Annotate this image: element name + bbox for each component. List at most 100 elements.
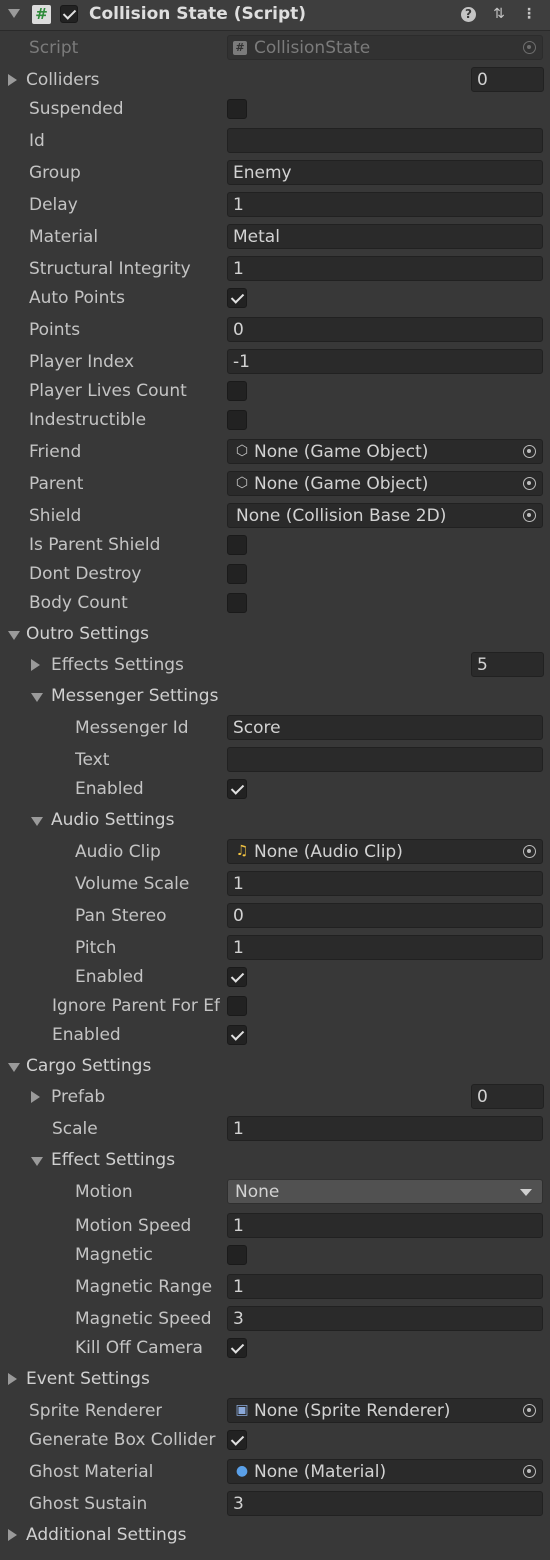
effects-settings-label[interactable]: Effects Settings (51, 655, 184, 675)
ignore-parent-for-effects-checkbox[interactable] (227, 996, 247, 1016)
object-picker-icon[interactable] (523, 1404, 536, 1417)
pitch-input[interactable]: 1 (227, 935, 543, 960)
effects-settings-input[interactable]: 5 (471, 652, 544, 677)
property-row-cargo-settings: Cargo Settings (0, 1052, 550, 1080)
chevron-right-icon[interactable] (8, 74, 17, 86)
property-row-id: Id (0, 127, 550, 155)
cargo-settings-label[interactable]: Cargo Settings (26, 1056, 151, 1076)
shield-object-field[interactable]: None (Collision Base 2D) (227, 503, 543, 528)
magnetic-speed-value: 3 (233, 1308, 244, 1329)
property-row-ghost-sustain: Ghost Sustain 3 (0, 1490, 550, 1518)
chevron-right-icon[interactable] (8, 1529, 17, 1541)
player-index-value: -1 (233, 351, 250, 372)
chevron-down-icon[interactable] (31, 1157, 43, 1166)
magnetic-label: Magnetic (75, 1245, 153, 1265)
scale-input[interactable]: 1 (227, 1116, 543, 1141)
motion-dropdown[interactable]: None (227, 1179, 543, 1204)
magnetic-checkbox[interactable] (227, 1245, 247, 1265)
colliders-label[interactable]: Colliders (26, 70, 100, 90)
object-picker-icon[interactable] (523, 845, 536, 858)
chevron-down-icon[interactable] (8, 631, 20, 640)
object-picker-icon[interactable] (523, 1465, 536, 1478)
indestructible-checkbox[interactable] (227, 410, 247, 430)
component-title: Collision State (Script) (89, 4, 307, 24)
parent-object-field[interactable]: ⬡ None (Game Object) (227, 471, 543, 496)
property-row-generate-box-collider: Generate Box Collider (0, 1426, 550, 1454)
property-row-auto-points: Auto Points (0, 284, 550, 312)
property-row-group: Group Enemy (0, 159, 550, 187)
auto-points-checkbox[interactable] (227, 288, 247, 308)
additional-settings-label[interactable]: Additional Settings (26, 1525, 186, 1545)
generate-box-collider-checkbox[interactable] (227, 1430, 247, 1450)
colliders-input[interactable]: 0 (471, 67, 544, 92)
magnetic-range-input[interactable]: 1 (227, 1274, 543, 1299)
prefab-label[interactable]: Prefab (51, 1087, 105, 1107)
property-row-scale: Scale 1 (0, 1115, 550, 1143)
audio-clip-object-field[interactable]: ♫ None (Audio Clip) (227, 839, 543, 864)
messenger-enabled-checkbox[interactable] (227, 779, 247, 799)
body-count-checkbox[interactable] (227, 593, 247, 613)
chevron-down-icon[interactable] (8, 1063, 20, 1072)
player-index-input[interactable]: -1 (227, 349, 543, 374)
outro-enabled-checkbox[interactable] (227, 1025, 247, 1045)
component-header[interactable]: # Collision State (Script) ? ⇅ ⋮ (0, 0, 550, 31)
ghost-sustain-value: 3 (233, 1493, 244, 1514)
presets-icon[interactable]: ⇅ (490, 5, 508, 23)
volume-scale-input[interactable]: 1 (227, 871, 543, 896)
event-settings-label[interactable]: Event Settings (26, 1369, 150, 1389)
delay-input[interactable]: 1 (227, 192, 543, 217)
group-input[interactable]: Enemy (227, 160, 543, 185)
pitch-value: 1 (233, 937, 244, 958)
sprite-renderer-object-field[interactable]: ▣ None (Sprite Renderer) (227, 1398, 543, 1423)
structural-integrity-input[interactable]: 1 (227, 256, 543, 281)
parent-value: None (Game Object) (254, 473, 429, 494)
object-picker-icon[interactable] (523, 477, 536, 490)
player-lives-count-checkbox[interactable] (227, 381, 247, 401)
is-parent-shield-checkbox[interactable] (227, 535, 247, 555)
audio-settings-label[interactable]: Audio Settings (51, 810, 174, 830)
property-row-kill-off-camera: Kill Off Camera (0, 1334, 550, 1362)
property-row-volume-scale: Volume Scale 1 (0, 870, 550, 898)
chevron-down-icon[interactable] (31, 817, 43, 826)
material-input[interactable]: Metal (227, 224, 543, 249)
messenger-id-label: Messenger Id (75, 718, 189, 738)
ghost-sustain-input[interactable]: 3 (227, 1491, 543, 1516)
id-input[interactable] (227, 128, 543, 153)
chevron-right-icon[interactable] (8, 1373, 17, 1385)
ghost-material-object-field[interactable]: ● None (Material) (227, 1459, 543, 1484)
magnetic-range-value: 1 (233, 1276, 244, 1297)
suspended-label: Suspended (29, 99, 124, 119)
ghost-material-label: Ghost Material (29, 1462, 154, 1482)
property-row-pan-stereo: Pan Stereo 0 (0, 902, 550, 930)
effect-settings-label[interactable]: Effect Settings (51, 1150, 175, 1170)
points-input[interactable]: 0 (227, 317, 543, 342)
kill-off-camera-checkbox[interactable] (227, 1338, 247, 1358)
messenger-settings-label[interactable]: Messenger Settings (51, 686, 218, 706)
context-menu-icon[interactable]: ⋮ (520, 5, 538, 23)
structural-integrity-value: 1 (233, 258, 244, 279)
chevron-down-icon[interactable] (31, 693, 43, 702)
auto-points-label: Auto Points (29, 288, 125, 308)
object-picker-icon[interactable] (523, 445, 536, 458)
dont-destroy-checkbox[interactable] (227, 564, 247, 584)
chevron-right-icon[interactable] (31, 659, 40, 671)
component-enabled-checkbox[interactable] (60, 5, 78, 23)
audio-enabled-checkbox[interactable] (227, 967, 247, 987)
chevron-right-icon[interactable] (31, 1091, 40, 1103)
magnetic-speed-input[interactable]: 3 (227, 1306, 543, 1331)
messenger-text-input[interactable] (227, 747, 543, 772)
motion-speed-input[interactable]: 1 (227, 1213, 543, 1238)
prefab-input[interactable]: 0 (471, 1084, 544, 1109)
outro-enabled-label: Enabled (52, 1025, 121, 1045)
friend-object-field[interactable]: ⬡ None (Game Object) (227, 439, 543, 464)
messenger-id-input[interactable]: Score (227, 715, 543, 740)
pan-stereo-input[interactable]: 0 (227, 903, 543, 928)
sprite-renderer-label: Sprite Renderer (29, 1401, 163, 1421)
help-icon[interactable]: ? (461, 7, 476, 22)
object-picker-icon[interactable] (523, 509, 536, 522)
suspended-checkbox[interactable] (227, 99, 247, 119)
messenger-id-value: Score (233, 717, 281, 738)
outro-settings-label[interactable]: Outro Settings (26, 624, 149, 644)
collapse-arrow-icon[interactable] (8, 9, 20, 18)
property-row-player-lives-count: Player Lives Count (0, 377, 550, 405)
